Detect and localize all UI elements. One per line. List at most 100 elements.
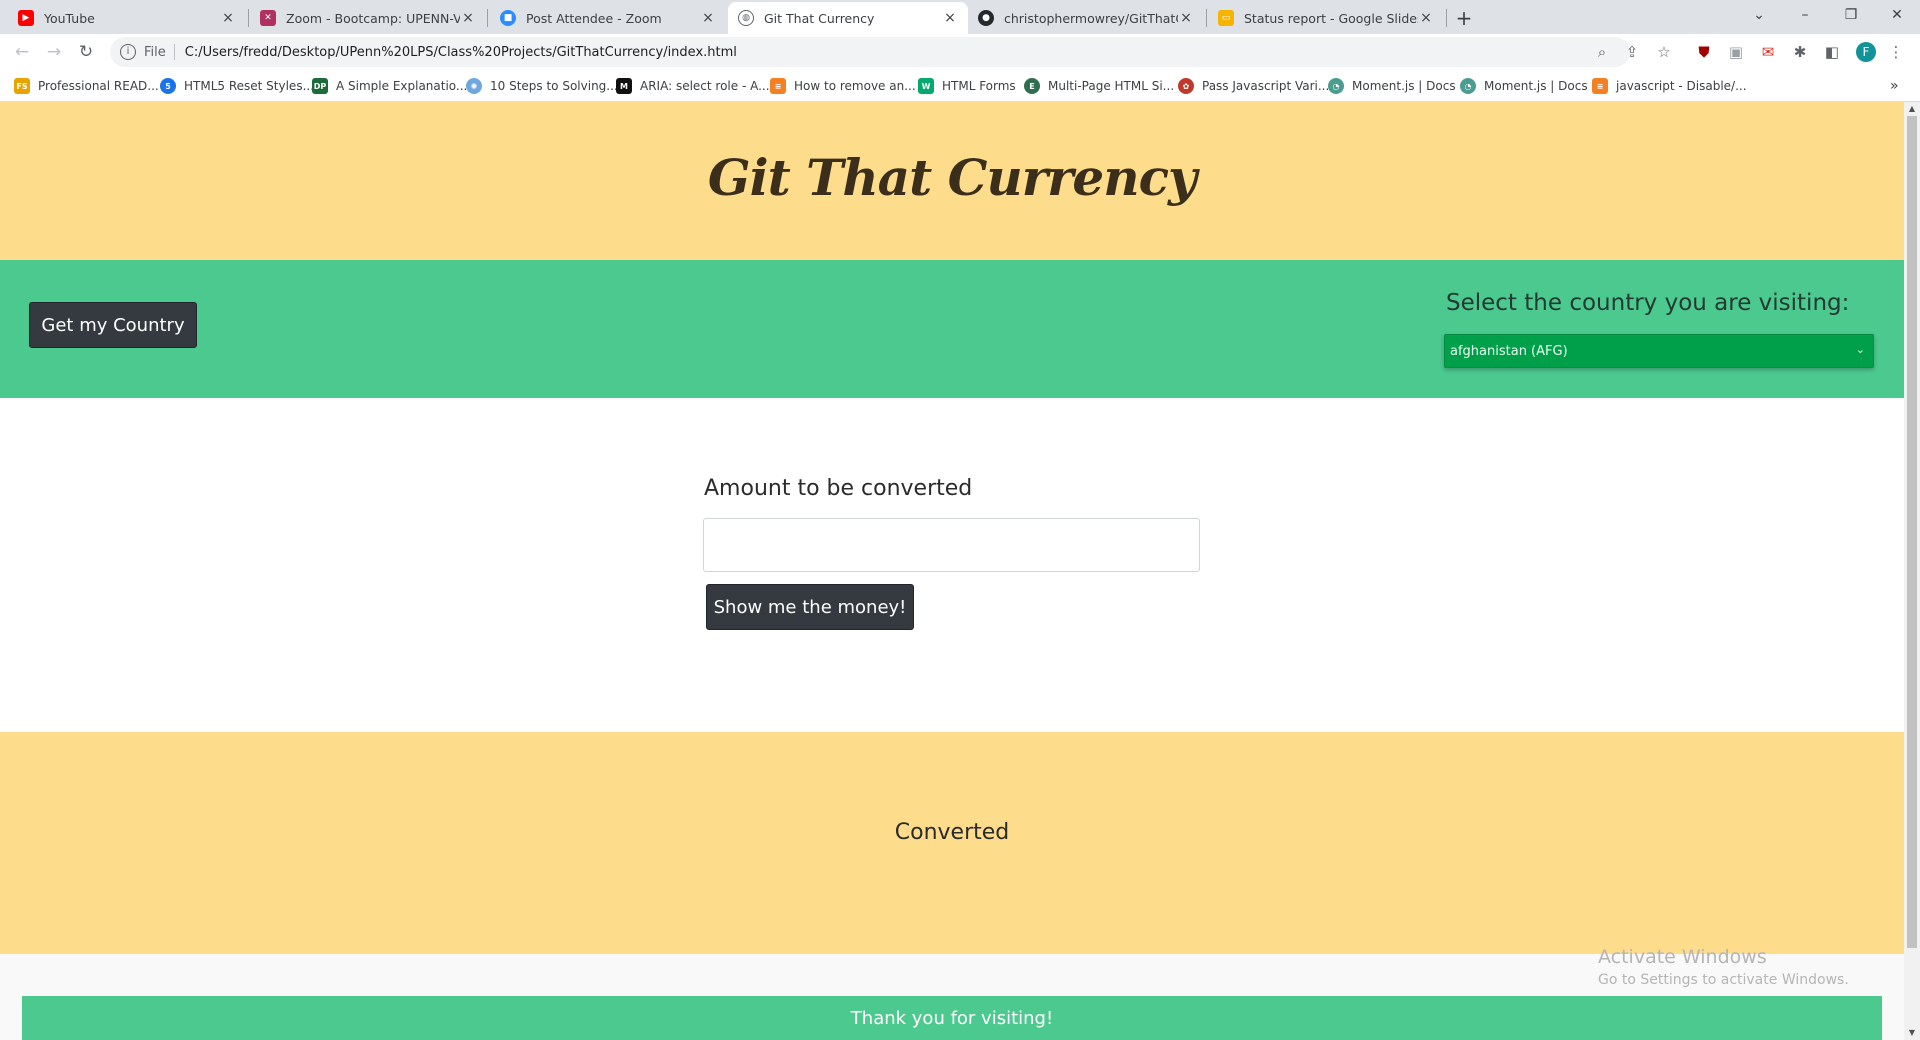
bookmark-label: Multi-Page HTML Si... [1048,79,1175,93]
bookmark-label: 10 Steps to Solving... [490,79,618,93]
more-bookmarks-icon[interactable]: » [1890,77,1899,95]
address-separator [173,44,175,60]
bookmark-moment-icon: ◔ [1460,78,1476,94]
bookmark-mdn-icon: M [616,78,632,94]
address-bar[interactable]: i File C:/Users/fredd/Desktop/UPenn%20LP… [110,37,1630,67]
amount-label: Amount to be converted [704,476,973,501]
chevron-down-icon: ⌄ [1855,343,1865,356]
country-bar: Get my Country Select the country you ar… [0,260,1904,398]
bookmark-so-icon: ≡ [770,78,786,94]
bookmark-item[interactable]: E Multi-Page HTML Si... [1024,77,1174,95]
bookmark-w3-icon: W [918,78,934,94]
puzzle-icon[interactable]: ✱ [1790,42,1810,62]
bookmark-item[interactable]: ≡ How to remove an... [770,77,916,95]
menu-icon[interactable]: ⋮ [1886,42,1906,62]
tab-title: Zoom - Bootcamp: UPENN-VIRT- [286,10,460,26]
close-tab-icon[interactable]: × [460,10,476,26]
show-me-the-money-button[interactable]: Show me the money! [706,584,914,630]
bookmark-label: Professional READ... [38,79,159,93]
bookmark-item[interactable]: ✿ Pass Javascript Vari... [1178,77,1329,95]
tab-title: Status report - Google Slides [1244,10,1418,26]
close-window-button[interactable]: ✕ [1874,0,1920,30]
activate-windows-title: Activate Windows [1598,946,1767,968]
bookmark-label: How to remove an... [794,79,916,93]
bookmark-dp-icon: DP [312,78,328,94]
avatar[interactable]: F [1856,42,1876,62]
bookmark-item[interactable]: W HTML Forms [918,77,1016,95]
bookmark-item[interactable]: ◔ Moment.js | Docs [1328,77,1456,95]
zoom-icon[interactable]: ⌕ [1592,42,1612,62]
close-tab-icon[interactable]: × [700,10,716,26]
scroll-up-icon[interactable]: ▲ [1904,102,1920,116]
bookmark-fs-icon: FS [14,78,30,94]
bookmark-item[interactable]: ✺ 10 Steps to Solving... [466,77,618,95]
restore-button[interactable]: ❐ [1828,0,1874,30]
close-tab-icon[interactable]: × [1418,10,1434,26]
notification-extension-icon[interactable]: ✉ [1758,42,1778,62]
tab-zoom-bootcamp[interactable]: ✕ Zoom - Bootcamp: UPENN-VIRT- × [250,2,486,34]
extension-icon[interactable]: ▣ [1726,42,1746,62]
scrollbar-thumb[interactable] [1907,116,1917,948]
tab-youtube[interactable]: ▶ YouTube × [8,2,246,34]
bookmark-item[interactable]: DP A Simple Explanatio... [312,77,467,95]
bookmarks-bar: FS Professional READ... 5 HTML5 Reset Styl… [0,70,1920,102]
tab-github[interactable]: ● christophermowrey/GitThatCurre × [968,2,1204,34]
zoom-icon: ■ [500,10,516,26]
scheme-label: File [144,44,166,60]
get-my-country-button[interactable]: Get my Country [29,302,197,348]
back-icon[interactable]: ← [10,40,34,64]
new-tab-button[interactable]: + [1450,4,1478,32]
url-text[interactable]: C:/Users/fredd/Desktop/UPenn%20LPS/Class… [185,45,737,60]
converted-result: Converted [894,820,1010,845]
activate-windows-subtitle: Go to Settings to activate Windows. [1598,972,1849,988]
amount-input[interactable] [703,518,1200,572]
bookmark-item[interactable]: M ARIA: select role - A... [616,77,770,95]
browser-tab-strip: ▶ YouTube × ✕ Zoom - Bootcamp: UPENN-VIR… [0,0,1920,34]
bookmark-label: A Simple Explanatio... [336,79,468,93]
tab-title: christophermowrey/GitThatCurre [1004,10,1178,26]
bookmark-e-icon: E [1024,78,1040,94]
country-select-label: Select the country you are visiting: [1446,290,1850,316]
bookmark-item[interactable]: ◔ Moment.js | Docs [1460,77,1588,95]
forward-icon[interactable]: → [42,40,66,64]
bookmark-label: HTML Forms [942,79,1016,93]
page-scrollbar[interactable]: ▲ ▼ [1904,102,1920,1040]
tab-google-slides[interactable]: ▭ Status report - Google Slides × [1208,2,1444,34]
bookmark-item[interactable]: ≡ javascript - Disable/... [1592,77,1747,95]
bookmark-steps-icon: ✺ [466,78,482,94]
tab-title: Git That Currency [764,10,875,26]
close-tab-icon[interactable]: × [1178,10,1194,26]
share-icon[interactable]: ⇪ [1622,42,1642,62]
reload-icon[interactable]: ↻ [74,40,98,64]
tab-title: YouTube [44,10,95,26]
tab-search-icon[interactable]: ⌄ [1736,0,1782,30]
side-panel-icon[interactable]: ◧ [1822,42,1842,62]
tab-separator [487,9,488,27]
footer: Thank you for visiting! [22,996,1882,1040]
bookmark-red-icon: ✿ [1178,78,1194,94]
bookmark-label: javascript - Disable/... [1616,79,1747,93]
slides-icon: ▭ [1218,10,1234,26]
bookmark-label: ARIA: select role - A... [640,79,770,93]
close-tab-icon[interactable]: × [942,10,958,26]
ublock-extension-icon[interactable]: ⛊ [1694,42,1714,62]
close-tab-icon[interactable]: × [220,10,236,26]
tab-git-that-currency[interactable]: ◍ Git That Currency × [728,2,968,34]
tab-title: Post Attendee - Zoom [526,10,662,26]
tab-post-attendee[interactable]: ■ Post Attendee - Zoom × [490,2,726,34]
country-select[interactable]: afghanistan (AFG) ⌄ [1444,334,1874,368]
bookmark-item[interactable]: FS Professional READ... [14,77,159,95]
bookmark-item[interactable]: 5 HTML5 Reset Styles... [160,77,314,95]
scroll-down-icon[interactable]: ▼ [1904,1026,1920,1040]
bookmark-moment-icon: ◔ [1328,78,1344,94]
bookmark-star-icon[interactable]: ☆ [1654,42,1674,62]
result-section: Converted [0,732,1904,954]
globe-icon: ◍ [738,10,754,26]
bookmark-so-icon: ≡ [1592,78,1608,94]
convert-section: Amount to be converted Show me the money… [0,398,1904,732]
page-title: Git That Currency [707,148,1197,207]
minimize-button[interactable]: – [1782,0,1828,30]
site-info-icon[interactable]: i [120,44,136,60]
page-viewport: Git That Currency Get my Country Select … [0,102,1904,1040]
bootcamp-icon: ✕ [260,10,276,26]
